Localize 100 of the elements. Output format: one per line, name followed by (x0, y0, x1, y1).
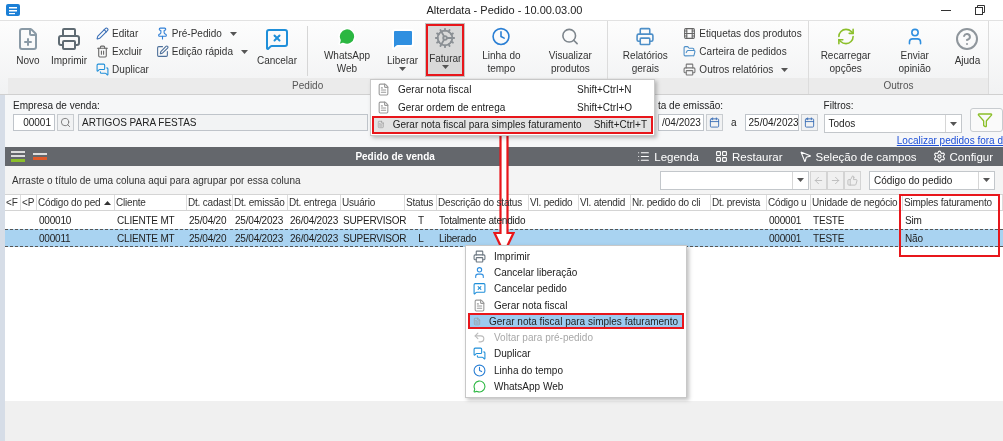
search-icon (60, 117, 71, 128)
ribbon-button[interactable]: Pré-Pedido (153, 25, 250, 42)
ribbon-button[interactable]: Edição rápida (153, 43, 250, 60)
group-label: Outros (808, 78, 989, 94)
table-cell: 25/04/20 (189, 232, 227, 244)
back-button[interactable] (810, 170, 827, 190)
table-cell: 26/04/2023 (290, 232, 339, 244)
column-header[interactable]: Código do ped (37, 195, 115, 210)
table-cell: Liberado (439, 232, 477, 244)
column-header[interactable]: Dt. entrega (288, 195, 341, 210)
column-header[interactable]: Usuário (341, 195, 405, 210)
table-cell: SUPERVISOR (343, 232, 407, 244)
field-label: Empresa de venda: (13, 100, 100, 112)
filter-icon (976, 112, 993, 128)
ribbon-button[interactable]: Recarregar opções (812, 23, 879, 77)
menu-item[interactable]: Cancelar liberação (468, 264, 684, 281)
column-header[interactable]: Nr. pedido do cli (631, 195, 711, 210)
column-header[interactable]: Dt. emissão (233, 195, 288, 210)
folder-icon (683, 45, 697, 58)
menu-item[interactable]: WhatsApp Web (468, 378, 684, 395)
search-field-select[interactable]: Código do pedido (869, 170, 995, 190)
menu-item[interactable]: Gerar ordem de entrega Shift+Ctrl+O (372, 98, 653, 116)
menu-item[interactable]: Cancelar pedido (468, 280, 684, 297)
ribbon-button[interactable]: Excluir (94, 43, 151, 60)
document-icon (377, 100, 390, 114)
table-cell: 000001 (769, 232, 802, 244)
column-header[interactable]: Cliente (115, 195, 187, 210)
ribbon-button[interactable]: Cancelar (252, 23, 301, 77)
table-cell: L (418, 232, 424, 244)
collapse-icon (33, 152, 47, 161)
name-field[interactable]: ARTIGOS PARA FESTAS (78, 114, 368, 131)
column-header[interactable]: Vl. atendid (579, 195, 631, 210)
column-header[interactable]: Simples faturamento (903, 195, 1003, 210)
list-icon (11, 150, 25, 163)
thumb-button[interactable] (844, 170, 861, 190)
table-cell: 000001 (769, 214, 802, 226)
ribbon-button[interactable]: Faturar (425, 23, 466, 77)
thumbs-up-icon (847, 174, 858, 186)
printer-icon (57, 27, 82, 51)
calendar-icon (709, 117, 720, 128)
calendar-button[interactable] (800, 114, 818, 131)
table-cell: 000010 (39, 214, 72, 226)
table-cell: 000011 (39, 232, 71, 244)
column-header[interactable]: Unidade de negócio (811, 195, 903, 210)
toolbar-button[interactable]: Seleção de campos (794, 150, 921, 163)
search-field[interactable] (660, 170, 809, 190)
column-header[interactable]: Dt. cadast (187, 195, 233, 210)
menu-item[interactable]: Gerar nota fiscal para simples faturamento (468, 313, 684, 330)
calendar-button[interactable] (706, 114, 723, 131)
ribbon-button[interactable]: Liberar (383, 23, 423, 77)
table-cell: SUPERVISOR (343, 214, 407, 226)
ribbon-button[interactable]: Visualizar produtos (537, 23, 604, 77)
menu-item[interactable]: Duplicar (468, 345, 684, 363)
ribbon-button[interactable]: Carteira de pedidos (681, 43, 804, 60)
column-header[interactable]: <P (21, 195, 37, 210)
ribbon-button[interactable]: Editar (94, 25, 151, 42)
menu-item[interactable]: Gerar nota fiscal para simples faturamento Shift+Ctrl+T (372, 116, 653, 134)
toolbar-button[interactable]: Restaurar (711, 150, 787, 163)
table-row[interactable]: 000011 CLIENTE MT 25/04/20 25/04/2023 26/04/2023 SUPERVISOR L Liberado 000001 TESTE Não (5, 229, 1003, 247)
ribbon-button[interactable]: Linha do tempo (468, 23, 535, 77)
settings-icon (932, 150, 946, 163)
table-cell: 25/04/2023 (235, 232, 284, 244)
find-orders-link[interactable]: Localizar pedidos fora d (896, 135, 1003, 146)
column-header[interactable]: <F (5, 195, 21, 210)
grid-title: Pedido de venda (354, 151, 436, 162)
grid-icon (715, 150, 728, 163)
menu-item[interactable]: Linha do tempo (468, 362, 684, 379)
caret-icon (797, 178, 804, 182)
ribbon-button[interactable]: Ajuda (950, 23, 985, 77)
filter-select[interactable]: Todos (823, 114, 962, 133)
ribbon-button[interactable]: WhatsApp Web (314, 23, 380, 77)
table-cell: T (418, 214, 424, 226)
code-field[interactable]: 00001 (13, 114, 55, 131)
column-header[interactable]: Status (405, 195, 437, 210)
search-button[interactable] (57, 114, 74, 131)
trash-icon (96, 45, 110, 58)
date-field[interactable]: /04/2023 (658, 114, 704, 131)
ribbon-button[interactable]: Enviar opinião (881, 23, 948, 77)
caret-icon (949, 121, 957, 126)
ribbon-button[interactable]: Novo (12, 23, 44, 77)
filter-button[interactable] (969, 108, 1003, 132)
ribbon-button[interactable]: Imprimir (47, 23, 92, 77)
ribbon-button[interactable]: Relatórios gerais (612, 23, 679, 77)
menu-item[interactable]: Imprimir (468, 248, 684, 265)
date-field[interactable]: 25/04/2023 (744, 114, 799, 131)
ribbon-button[interactable]: Etiquetas dos produtos (681, 25, 804, 42)
column-header[interactable]: Vl. pedido (529, 195, 579, 210)
printer-icon (683, 63, 697, 76)
column-header[interactable]: Código u (767, 195, 811, 210)
chat-x-icon (264, 27, 289, 51)
pencil-icon (96, 27, 110, 40)
menu-item[interactable]: Gerar nota fiscal (468, 296, 684, 314)
ribbon-button[interactable]: Outros relatórios (681, 61, 804, 78)
forward-button[interactable] (827, 170, 844, 190)
toolbar-button[interactable]: Legenda (633, 150, 703, 163)
toolbar-button[interactable]: Configur (928, 150, 997, 163)
document-plus-icon (16, 27, 40, 51)
ribbon-button[interactable]: Duplicar (94, 61, 151, 78)
column-header[interactable]: Dt. prevista (711, 195, 767, 210)
table-cell: Não (905, 232, 923, 244)
